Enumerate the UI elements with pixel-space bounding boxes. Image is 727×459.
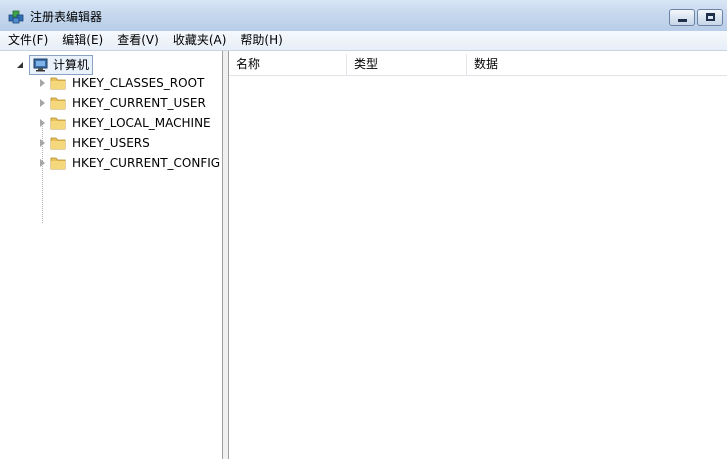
expand-toggle[interactable]: [38, 139, 47, 148]
menu-help[interactable]: 帮助(H): [233, 31, 289, 50]
list-header: 名称 类型 数据: [229, 54, 727, 76]
tree-node-label: HKEY_LOCAL_MACHINE: [72, 116, 211, 130]
expand-toggle[interactable]: [38, 99, 47, 108]
registry-tree[interactable]: 计算机 HKEY_CLASSES_ROOT HKEY_CURRENT_USER: [0, 51, 223, 459]
values-list[interactable]: 名称 类型 数据: [229, 51, 727, 459]
column-header-data[interactable]: 数据: [467, 54, 727, 75]
tree-node-label: 计算机: [53, 58, 90, 72]
folder-icon: [50, 97, 66, 110]
triangle-right-icon: [40, 119, 45, 127]
triangle-down-icon: [17, 62, 23, 68]
folder-icon: [50, 117, 66, 130]
maximize-icon: [706, 13, 715, 21]
triangle-right-icon: [40, 79, 45, 87]
minimize-icon: [678, 19, 687, 22]
tree-node-hkey-users[interactable]: HKEY_USERS: [0, 133, 222, 153]
expand-toggle[interactable]: [38, 159, 47, 168]
tree-node-label: HKEY_CURRENT_USER: [72, 96, 206, 110]
registry-editor-window: 注册表编辑器 文件(F) 编辑(E) 查看(V) 收藏夹(A) 帮助(H) 计算…: [0, 0, 727, 459]
column-header-type[interactable]: 类型: [347, 54, 467, 75]
tree-node-computer[interactable]: 计算机: [0, 53, 222, 75]
folder-icon: [50, 137, 66, 150]
registry-editor-icon: [8, 10, 24, 24]
triangle-right-icon: [40, 99, 45, 107]
caption-buttons: [669, 9, 723, 26]
expand-toggle[interactable]: [38, 119, 47, 128]
expand-toggle[interactable]: [16, 59, 25, 68]
tree-node-hkey-local-machine[interactable]: HKEY_LOCAL_MACHINE: [0, 113, 222, 133]
triangle-right-icon: [40, 159, 45, 167]
tree-node-hkey-classes-root[interactable]: HKEY_CLASSES_ROOT: [0, 73, 222, 93]
folder-icon: [50, 77, 66, 90]
menu-bar: 文件(F) 编辑(E) 查看(V) 收藏夹(A) 帮助(H): [0, 31, 727, 51]
menu-file[interactable]: 文件(F): [0, 31, 55, 50]
minimize-button[interactable]: [669, 9, 695, 26]
tree-node-hkey-current-config[interactable]: HKEY_CURRENT_CONFIG: [0, 153, 222, 173]
title-bar[interactable]: 注册表编辑器: [0, 0, 727, 32]
folder-icon: [50, 157, 66, 170]
tree-node-label: HKEY_CLASSES_ROOT: [72, 76, 205, 90]
tree-node-label: HKEY_USERS: [72, 136, 150, 150]
menu-edit[interactable]: 编辑(E): [55, 31, 110, 50]
column-header-name[interactable]: 名称: [229, 54, 347, 75]
computer-node-selected[interactable]: 计算机: [29, 55, 94, 75]
triangle-right-icon: [40, 139, 45, 147]
expand-toggle[interactable]: [38, 79, 47, 88]
window-title: 注册表编辑器: [30, 10, 103, 24]
tree-node-hkey-current-user[interactable]: HKEY_CURRENT_USER: [0, 93, 222, 113]
menu-view[interactable]: 查看(V): [110, 31, 166, 50]
computer-icon: [33, 58, 48, 72]
maximize-button[interactable]: [697, 9, 723, 26]
tree-node-label: HKEY_CURRENT_CONFIG: [72, 156, 221, 170]
menu-favorites[interactable]: 收藏夹(A): [166, 31, 234, 50]
